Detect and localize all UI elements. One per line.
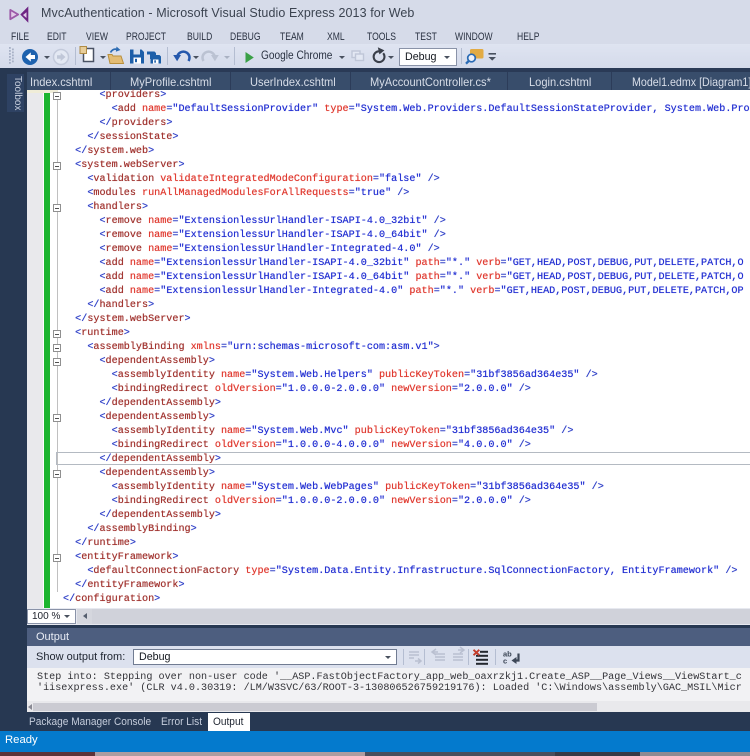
- svg-text:c: c: [503, 657, 507, 666]
